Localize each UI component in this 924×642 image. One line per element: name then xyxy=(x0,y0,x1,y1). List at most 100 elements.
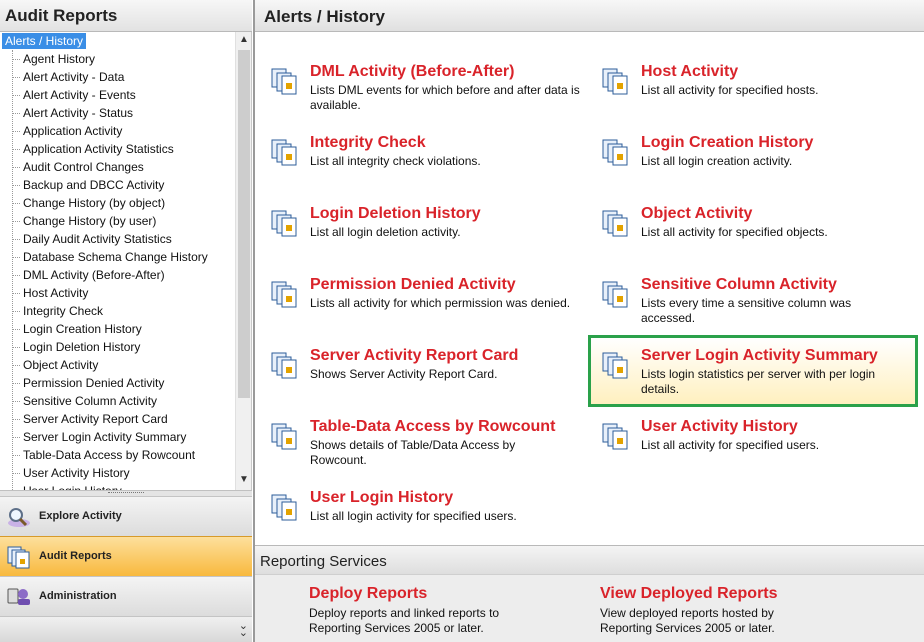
tree-item[interactable]: Integrity Check xyxy=(12,302,234,320)
view-deployed-reports-link[interactable]: View Deployed Reports View deployed repo… xyxy=(600,585,850,636)
report-server-login-summary[interactable]: Server Login Activity Summary Lists logi… xyxy=(601,347,921,411)
tree-item[interactable]: Object Activity xyxy=(12,356,234,374)
tree-item[interactable]: User Activity History xyxy=(12,464,234,482)
tree-item[interactable]: Login Creation History xyxy=(12,320,234,338)
nav-overflow-bar: ⌄ ⌄ xyxy=(0,616,252,642)
tree-item[interactable]: Alert Activity - Data xyxy=(12,68,234,86)
report-user-activity-history[interactable]: User Activity History List all activity … xyxy=(601,418,921,482)
report-user-login-history[interactable]: User Login History List all login activi… xyxy=(270,489,590,553)
tree-item[interactable]: Backup and DBCC Activity xyxy=(12,176,234,194)
report-server-activity-card[interactable]: Server Activity Report Card Shows Server… xyxy=(270,347,590,411)
tree-item[interactable]: Audit Control Changes xyxy=(12,158,234,176)
rs-title[interactable]: View Deployed Reports xyxy=(600,585,850,603)
report-permission-denied[interactable]: Permission Denied Activity Lists all act… xyxy=(270,276,590,340)
report-host-activity[interactable]: Host Activity List all activity for spec… xyxy=(601,63,921,127)
tree-item[interactable]: Change History (by user) xyxy=(12,212,234,230)
report-icon xyxy=(602,68,628,95)
report-title[interactable]: Server Activity Report Card xyxy=(310,347,518,365)
report-title[interactable]: Server Login Activity Summary xyxy=(641,347,878,365)
tree-item[interactable]: Change History (by object) xyxy=(12,194,234,212)
tree-item[interactable]: Sensitive Column Activity xyxy=(12,392,234,410)
report-description: List all integrity check violations. xyxy=(310,154,481,168)
nav-administration[interactable]: Administration xyxy=(0,576,252,616)
administration-icon xyxy=(7,588,30,605)
tree-item[interactable]: Alert Activity - Events xyxy=(12,86,234,104)
report-login-deletion[interactable]: Login Deletion History List all login de… xyxy=(270,205,590,269)
report-table-data-access[interactable]: Table-Data Access by Rowcount Shows deta… xyxy=(270,418,590,482)
tree-item[interactable]: Server Login Activity Summary xyxy=(12,428,234,446)
report-title[interactable]: Object Activity xyxy=(641,205,752,223)
tree-list: Agent History Alert Activity - Data Aler… xyxy=(12,50,234,490)
tree-item[interactable]: Daily Audit Activity Statistics xyxy=(12,230,234,248)
report-description: List all activity for specified users. xyxy=(641,438,820,452)
report-icon xyxy=(602,352,628,379)
report-icon xyxy=(271,423,297,450)
nav-label: Explore Activity xyxy=(39,510,122,522)
chevron-down-icon[interactable]: ▼ xyxy=(236,472,251,488)
chevron-up-icon[interactable]: ▲ xyxy=(236,32,251,48)
splitter-grip[interactable] xyxy=(108,492,144,494)
nav-explore-activity[interactable]: Explore Activity xyxy=(0,496,252,536)
report-description: List all activity for specified objects. xyxy=(641,225,828,239)
report-description: Shows details of Table/Data Access by Ro… xyxy=(310,438,516,467)
page-title: Alerts / History xyxy=(255,0,924,32)
report-icon xyxy=(271,210,297,237)
report-title[interactable]: Host Activity xyxy=(641,63,738,81)
report-description: Lists DML events for which before and af… xyxy=(310,83,580,112)
tree-item[interactable]: Application Activity Statistics xyxy=(12,140,234,158)
nav-label: Audit Reports xyxy=(39,550,112,562)
report-icon xyxy=(602,281,628,308)
rs-description: Deploy reports and linked reports to Rep… xyxy=(309,606,500,635)
report-title[interactable]: Login Creation History xyxy=(641,134,813,152)
report-description: Lists all activity for which permission … xyxy=(310,296,571,310)
tree-item[interactable]: Login Deletion History xyxy=(12,338,234,356)
tree-item[interactable]: Database Schema Change History xyxy=(12,248,234,266)
report-dml-activity[interactable]: DML Activity (Before-After) Lists DML ev… xyxy=(270,63,590,127)
report-title[interactable]: Login Deletion History xyxy=(310,205,481,223)
rs-description: View deployed reports hosted by Reportin… xyxy=(600,606,775,635)
tree-item[interactable]: DML Activity (Before-After) xyxy=(12,266,234,284)
report-sensitive-column[interactable]: Sensitive Column Activity Lists every ti… xyxy=(601,276,921,340)
nav-audit-reports[interactable]: Audit Reports xyxy=(0,536,252,576)
tree-item[interactable]: Application Activity xyxy=(12,122,234,140)
report-icon xyxy=(271,494,297,521)
deploy-reports-link[interactable]: Deploy Reports Deploy reports and linked… xyxy=(309,585,559,636)
report-description: List all login creation activity. xyxy=(641,154,793,168)
report-title[interactable]: Permission Denied Activity xyxy=(310,276,516,294)
report-integrity-check[interactable]: Integrity Check List all integrity check… xyxy=(270,134,590,198)
report-icon xyxy=(602,210,628,237)
report-icon xyxy=(271,352,297,379)
tree-item[interactable]: User Login History xyxy=(12,482,234,490)
main-content: Alerts / History DML Activity (Before-Af… xyxy=(253,0,924,642)
report-list: DML Activity (Before-After) Lists DML ev… xyxy=(255,33,924,543)
tree-root-selected[interactable]: Alerts / History xyxy=(2,33,87,49)
report-title[interactable]: User Login History xyxy=(310,489,453,507)
report-object-activity[interactable]: Object Activity List all activity for sp… xyxy=(601,205,921,269)
left-panel: Audit Reports Alerts / History Agent His… xyxy=(0,0,252,642)
report-title[interactable]: DML Activity (Before-After) xyxy=(310,63,514,81)
report-title[interactable]: User Activity History xyxy=(641,418,798,436)
report-login-creation[interactable]: Login Creation History List all login cr… xyxy=(601,134,921,198)
scrollbar-thumb[interactable] xyxy=(238,50,250,398)
tree-item[interactable]: Permission Denied Activity xyxy=(12,374,234,392)
report-title[interactable]: Table-Data Access by Rowcount xyxy=(310,418,555,436)
report-description: Lists login statistics per server with p… xyxy=(641,367,876,396)
report-icon xyxy=(602,423,628,450)
tree-item[interactable]: Server Activity Report Card xyxy=(12,410,234,428)
report-description: List all login activity for specified us… xyxy=(310,509,517,523)
reporting-services-panel: Deploy Reports Deploy reports and linked… xyxy=(255,575,924,642)
report-title[interactable]: Integrity Check xyxy=(310,134,426,152)
report-description: List all activity for specified hosts. xyxy=(641,83,819,97)
chevron-double-down-icon[interactable]: ⌄ ⌄ xyxy=(239,621,248,639)
tree-item[interactable]: Agent History xyxy=(12,50,234,68)
report-title[interactable]: Sensitive Column Activity xyxy=(641,276,837,294)
report-icon xyxy=(271,139,297,166)
report-description: List all login deletion activity. xyxy=(310,225,461,239)
nav-label: Administration xyxy=(39,590,117,602)
tree-item[interactable]: Host Activity xyxy=(12,284,234,302)
tree-item[interactable]: Alert Activity - Status xyxy=(12,104,234,122)
tree-item[interactable]: Table-Data Access by Rowcount xyxy=(12,446,234,464)
tree-scrollbar[interactable]: ▲ ▼ xyxy=(235,32,251,490)
report-icon xyxy=(602,139,628,166)
rs-title[interactable]: Deploy Reports xyxy=(309,585,559,603)
